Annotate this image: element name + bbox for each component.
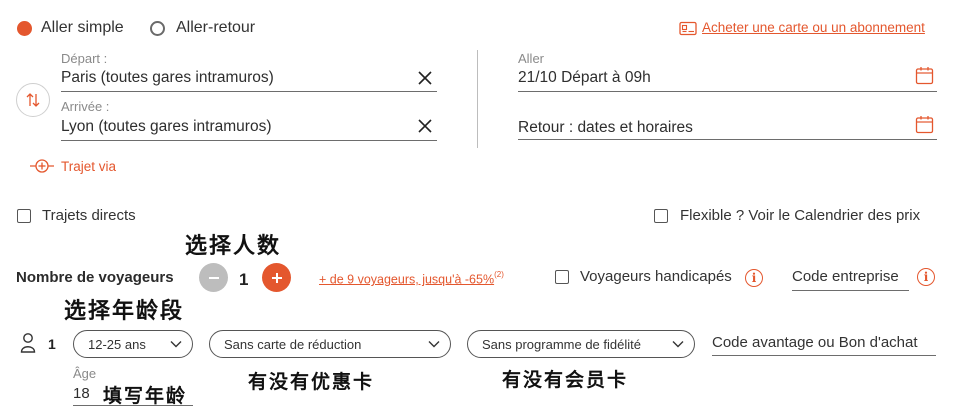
loyalty-program-value: Sans programme de fidélité (482, 336, 641, 352)
annotation-discount-card: 有没有优惠卡 (248, 371, 375, 393)
vertical-divider (477, 50, 478, 148)
departure-label: Départ : (61, 51, 108, 66)
chevron-down-icon (672, 341, 684, 348)
age-range-value: 12-25 ans (88, 336, 146, 352)
more-travelers-link[interactable]: + de 9 voyageurs, jusqu'à -65%(2) (319, 270, 504, 288)
return-underline (518, 139, 937, 140)
return-calendar-icon[interactable] (915, 115, 934, 139)
chevron-down-icon (428, 341, 440, 348)
flexible-checkbox[interactable] (654, 209, 668, 223)
travelers-count: 1 (239, 270, 249, 289)
more-travelers-footnote: (2) (494, 270, 504, 279)
annotation-member-card: 有没有会员卡 (502, 369, 629, 391)
arrival-underline (61, 140, 437, 141)
chevron-down-icon (170, 341, 182, 348)
annotation-choose-age: 选择年龄段 (64, 299, 185, 324)
handicap-checkbox[interactable] (555, 270, 569, 284)
swap-stations-button[interactable] (16, 83, 50, 117)
arrival-label: Arrivée : (61, 99, 110, 114)
age-range-select[interactable]: 12-25 ans (73, 330, 193, 358)
promo-code-input[interactable]: Code avantage ou Bon d'achat (712, 334, 918, 351)
one-way-label[interactable]: Aller simple (41, 19, 124, 37)
one-way-radio[interactable] (17, 21, 32, 36)
passenger-index: 1 (48, 336, 56, 352)
loyalty-program-select[interactable]: Sans programme de fidélité (467, 330, 695, 358)
clear-departure-icon[interactable] (416, 69, 434, 92)
round-trip-radio[interactable] (150, 21, 165, 36)
outbound-date-input[interactable]: 21/10 Départ à 09h (518, 69, 651, 87)
direct-trips-label[interactable]: Trajets directs (42, 207, 136, 224)
minus-icon (208, 276, 219, 279)
increase-travelers-button[interactable] (262, 263, 291, 292)
annotation-fill-age: 填写年龄 (103, 385, 188, 407)
travelers-label: Nombre de voyageurs (16, 269, 174, 286)
buy-card-link[interactable]: Acheter une carte ou un abonnement (702, 20, 925, 35)
add-via-icon[interactable] (29, 158, 55, 179)
passenger-icon (20, 332, 36, 359)
reduction-card-select[interactable]: Sans carte de réduction (209, 330, 451, 358)
annotation-choose-count: 选择人数 (185, 234, 282, 259)
swap-icon (26, 93, 40, 107)
company-code-info-icon[interactable]: i (917, 268, 935, 286)
flexible-label[interactable]: Flexible ? Voir le Calendrier des prix (680, 207, 920, 224)
departure-input[interactable]: Paris (toutes gares intramuros) (61, 69, 274, 87)
via-link[interactable]: Trajet via (61, 159, 116, 174)
promo-code-underline (712, 355, 936, 356)
clear-arrival-icon[interactable] (416, 117, 434, 140)
round-trip-label[interactable]: Aller-retour (176, 19, 255, 37)
handicap-label[interactable]: Voyageurs handicapés (580, 268, 732, 285)
direct-trips-checkbox[interactable] (17, 209, 31, 223)
outbound-label: Aller (518, 51, 545, 66)
card-icon (679, 21, 697, 41)
company-code-input[interactable]: Code entreprise (792, 268, 899, 285)
departure-underline (61, 91, 437, 92)
arrival-input[interactable]: Lyon (toutes gares intramuros) (61, 118, 272, 136)
company-code-underline (792, 290, 909, 291)
return-date-input[interactable]: Retour : dates et horaires (518, 119, 693, 137)
outbound-calendar-icon[interactable] (915, 66, 934, 90)
handicap-info-icon[interactable]: i (745, 269, 763, 287)
decrease-travelers-button[interactable] (199, 263, 228, 292)
outbound-underline (518, 91, 937, 92)
more-travelers-text[interactable]: + de 9 voyageurs, jusqu'à -65% (319, 272, 494, 286)
plus-icon (271, 272, 282, 283)
age-label: Âge (73, 366, 97, 381)
reduction-card-value: Sans carte de réduction (224, 336, 362, 352)
age-input[interactable]: 18 (73, 385, 90, 402)
